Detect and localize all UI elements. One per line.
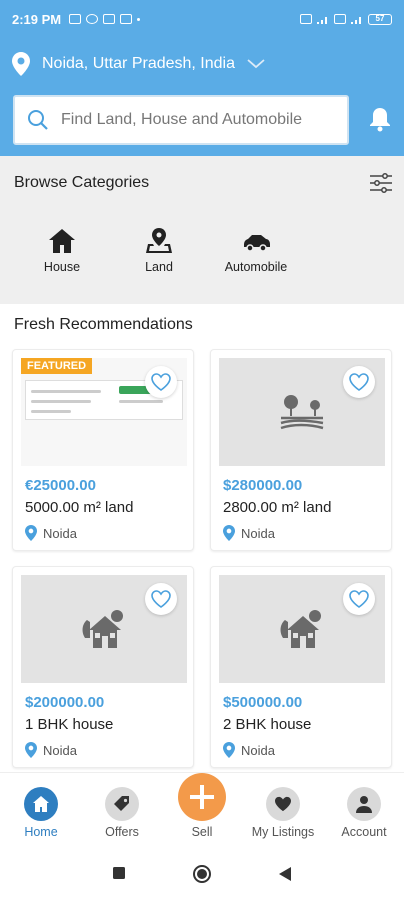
volte-icon (334, 14, 346, 24)
listing-card[interactable]: $200000.00 1 BHK house Noida (12, 566, 194, 768)
filter-icon[interactable] (370, 173, 392, 193)
listing-price: $280000.00 (223, 477, 303, 494)
nav-my-listings[interactable]: My Listings (243, 787, 323, 839)
status-time: 2:19 PM (12, 11, 62, 27)
whatsapp-icon (86, 14, 99, 24)
signal-icon (317, 16, 327, 24)
category-automobile[interactable]: Automobile (211, 228, 301, 274)
search-bar[interactable] (13, 95, 349, 145)
plus-icon (190, 785, 214, 809)
notification-icons (69, 14, 141, 24)
listing-location: Noida (223, 525, 275, 541)
more-dot-icon (137, 17, 141, 21)
listing-card[interactable]: FEATURED €25000.00 5000.00 m² land Noida (12, 349, 194, 551)
status-bar: 2:19 PM 57 (0, 0, 404, 38)
location-label: Noida, Uttar Pradesh, India (42, 55, 235, 72)
listing-title: 2800.00 m² land (223, 499, 332, 516)
bottom-navigation: Home Offers Sell My Listings Account (0, 772, 404, 848)
category-label: House (43, 260, 81, 274)
listing-location-label: Noida (241, 525, 275, 541)
heart-icon (349, 373, 369, 391)
car-icon (244, 235, 270, 252)
system-navigation-bar (0, 848, 404, 900)
heart-icon (151, 590, 171, 608)
tag-icon (114, 796, 129, 811)
house-icon (49, 229, 75, 253)
location-pin-icon (12, 52, 30, 76)
listing-price: €25000.00 (25, 477, 96, 494)
location-pin-icon (25, 525, 37, 541)
search-icon (28, 110, 48, 130)
section-title: Browse Categories (14, 174, 150, 191)
nav-label: Sell (191, 825, 213, 839)
listing-title: 1 BHK house (25, 716, 114, 733)
notification-bell-icon[interactable] (368, 106, 392, 132)
listing-location: Noida (25, 525, 77, 541)
app-header: Noida, Uttar Pradesh, India (0, 38, 404, 156)
listing-location-label: Noida (43, 742, 77, 758)
listing-price: $500000.00 (223, 694, 303, 711)
nav-label: My Listings (251, 825, 315, 839)
signal-icon (351, 16, 361, 24)
alarm-off-icon (69, 14, 82, 24)
youtube-icon (103, 14, 116, 24)
sell-button[interactable]: Sell (178, 773, 226, 839)
home-icon (33, 796, 49, 812)
listing-title: 5000.00 m² land (25, 499, 134, 516)
youtube-icon (120, 14, 133, 24)
nav-label: Home (24, 825, 58, 839)
nav-label: Account (341, 825, 387, 839)
favorite-button[interactable] (343, 366, 375, 398)
listing-location-label: Noida (43, 525, 77, 541)
section-title: Fresh Recommendations (14, 316, 193, 333)
nav-home[interactable]: Home (1, 787, 81, 839)
heart-icon (151, 373, 171, 391)
volte-icon (300, 14, 312, 24)
listing-location: Noida (223, 742, 275, 758)
recents-square-icon[interactable] (112, 866, 126, 880)
system-icons: 57 (300, 13, 392, 25)
heart-icon (349, 590, 369, 608)
nav-label: Offers (105, 825, 139, 839)
favorite-button[interactable] (145, 366, 177, 398)
favorite-button[interactable] (343, 583, 375, 615)
listing-title: 2 BHK house (223, 716, 312, 733)
land-placeholder-icon (280, 395, 324, 430)
category-label: Automobile (224, 260, 288, 274)
featured-badge: FEATURED (21, 358, 93, 374)
category-house[interactable]: House (17, 228, 107, 274)
search-input[interactable] (61, 111, 331, 129)
category-land[interactable]: Land (114, 228, 204, 274)
listing-card[interactable]: $500000.00 2 BHK house Noida (210, 566, 392, 768)
back-triangle-icon[interactable] (278, 866, 292, 882)
location-selector[interactable]: Noida, Uttar Pradesh, India (12, 52, 265, 76)
browse-categories-section: Browse Categories House Land Automobile (0, 156, 404, 304)
category-label: Land (145, 260, 173, 274)
location-pin-icon (223, 742, 235, 758)
listing-card[interactable]: $280000.00 2800.00 m² land Noida (210, 349, 392, 551)
house-placeholder-icon (280, 610, 321, 648)
listing-location-label: Noida (241, 742, 275, 758)
battery-icon: 57 (368, 13, 392, 25)
listing-price: $200000.00 (25, 694, 105, 711)
location-pin-icon (223, 525, 235, 541)
home-circle-icon[interactable] (192, 864, 212, 884)
nav-offers[interactable]: Offers (82, 787, 162, 839)
house-placeholder-icon (82, 610, 123, 648)
land-map-icon (146, 228, 172, 253)
heart-filled-icon (275, 796, 291, 812)
favorite-button[interactable] (145, 583, 177, 615)
location-pin-icon (25, 742, 37, 758)
chevron-down-icon (247, 59, 265, 69)
listing-location: Noida (25, 742, 77, 758)
nav-account[interactable]: Account (324, 787, 404, 839)
person-icon (356, 796, 372, 813)
